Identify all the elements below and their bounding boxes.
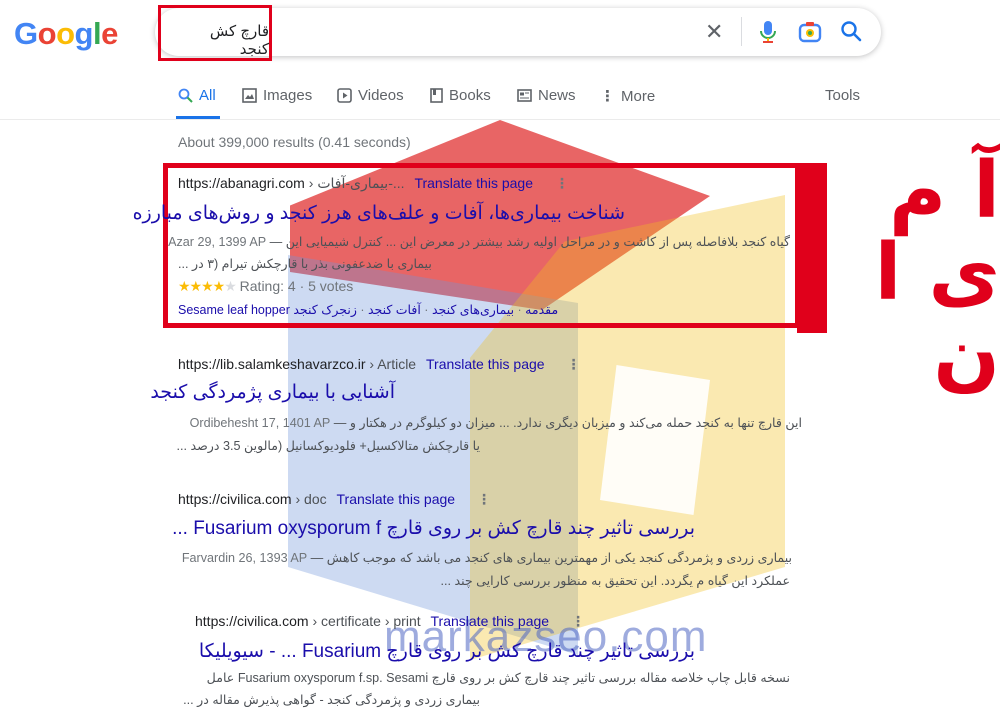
clear-icon[interactable]: ✕ [705,21,723,43]
result-menu-icon[interactable]: ⋮ [571,613,585,629]
result-url[interactable]: https://civilica.com › certificate › pri… [195,613,585,630]
tab-videos[interactable]: Videos [337,87,404,104]
result-snippet: بیماری زردی و پژمردگی کنجد یکی از مهمتری… [181,551,792,565]
highlight-red-bar [797,163,827,333]
tab-news[interactable]: News [517,87,576,104]
result-menu-icon[interactable]: ⋮ [555,175,569,191]
microphone-icon[interactable] [758,20,778,49]
translate-link[interactable]: Translate this page [426,356,545,372]
result-stats: About 399,000 results (0.41 seconds) [178,134,411,150]
result-url[interactable]: https://lib.salamkeshavarzco.ir › Articl… [178,356,580,373]
google-logo[interactable]: Google [14,16,118,52]
search-divider [741,17,742,46]
result-menu-icon[interactable]: ⋮ [566,356,580,372]
result-snippet-2: یا قارچکش متالاکسیل+ فلودیوکسانیل (مالوی… [176,439,480,453]
result-snippet: گیاه کنجد بلافاصله پس از کاشت و در مراحل… [168,235,790,249]
result-url[interactable]: https://abanagri.com › بیماری-آفات-... T… [178,175,569,192]
translate-link[interactable]: Translate this page [431,613,550,629]
translate-link[interactable]: Translate this page [414,175,533,191]
search-icon[interactable] [840,20,862,47]
sitelink[interactable]: آفات کنجد [368,303,421,317]
more-vert-icon: ⋮ [600,88,615,105]
result-snippet: نسخه قابل چاپ خلاصه مقاله بررسی تاثیر چن… [206,671,790,685]
query-highlight-box[interactable]: قارچ کش کنجد [158,5,272,61]
header-divider [0,119,1000,120]
result-rating: ★★★★★ Rating: 4 · 5 votes [178,278,354,294]
search-query[interactable]: قارچ کش کنجد [179,22,269,58]
overlay-side-text: آ م ی ا ن [874,146,1000,400]
result-menu-icon[interactable]: ⋮ [477,491,491,507]
result-title[interactable]: شناخت بیماری‌ها، آفات و علف‌های هرز کنجد… [133,202,625,225]
news-icon [517,89,532,102]
result-snippet-2: عملکرد این گیاه م یگردد. این تحقیق به من… [440,574,790,588]
sitelink[interactable]: بیماری‌های کنجد [432,303,514,317]
search-icon [178,88,193,103]
result-snippet-2: بیماری زردی و پژمردگی کنجد - گواهی پذیرش… [183,693,480,707]
tools-button[interactable]: Tools [825,87,860,104]
translate-link[interactable]: Translate this page [337,491,456,507]
sitelink[interactable]: زنجرک کنجد Sesame leaf hopper [178,303,357,317]
tab-all[interactable]: All [178,87,216,104]
lens-camera-icon[interactable] [798,20,822,49]
sitelink[interactable]: مقدمه [525,303,558,317]
tab-books[interactable]: Books [430,87,491,104]
result-url[interactable]: https://civilica.com › doc Translate thi… [178,491,491,508]
tab-images[interactable]: Images [242,87,312,104]
result-snippet: این قارچ تنها به کنجد حمله می‌کند و میزب… [189,416,802,430]
star-rating-icon: ★★★★★ [178,278,237,294]
result-title[interactable]: آشنایی با بیماری پژمردگی کنجد [150,381,395,404]
result-snippet-2: بیماری با ضدعفونی بذر با قارچکش تیرام (۳… [178,257,432,271]
result-title[interactable]: بررسی تاثیر چند قارچ کش بر روی قارچ Fusa… [199,640,695,663]
result-title[interactable]: بررسی تاثیر چند قارچ کش بر روی قارچ Fusa… [172,517,695,540]
tab-more[interactable]: ⋮ More [600,87,655,106]
result-sitelinks: مقدمه · بیماری‌های کنجد · آفات کنجد · زن… [178,303,559,317]
video-icon [337,88,352,103]
book-icon [430,88,443,103]
watermark-hole-shape [600,365,710,515]
image-icon [242,88,257,103]
